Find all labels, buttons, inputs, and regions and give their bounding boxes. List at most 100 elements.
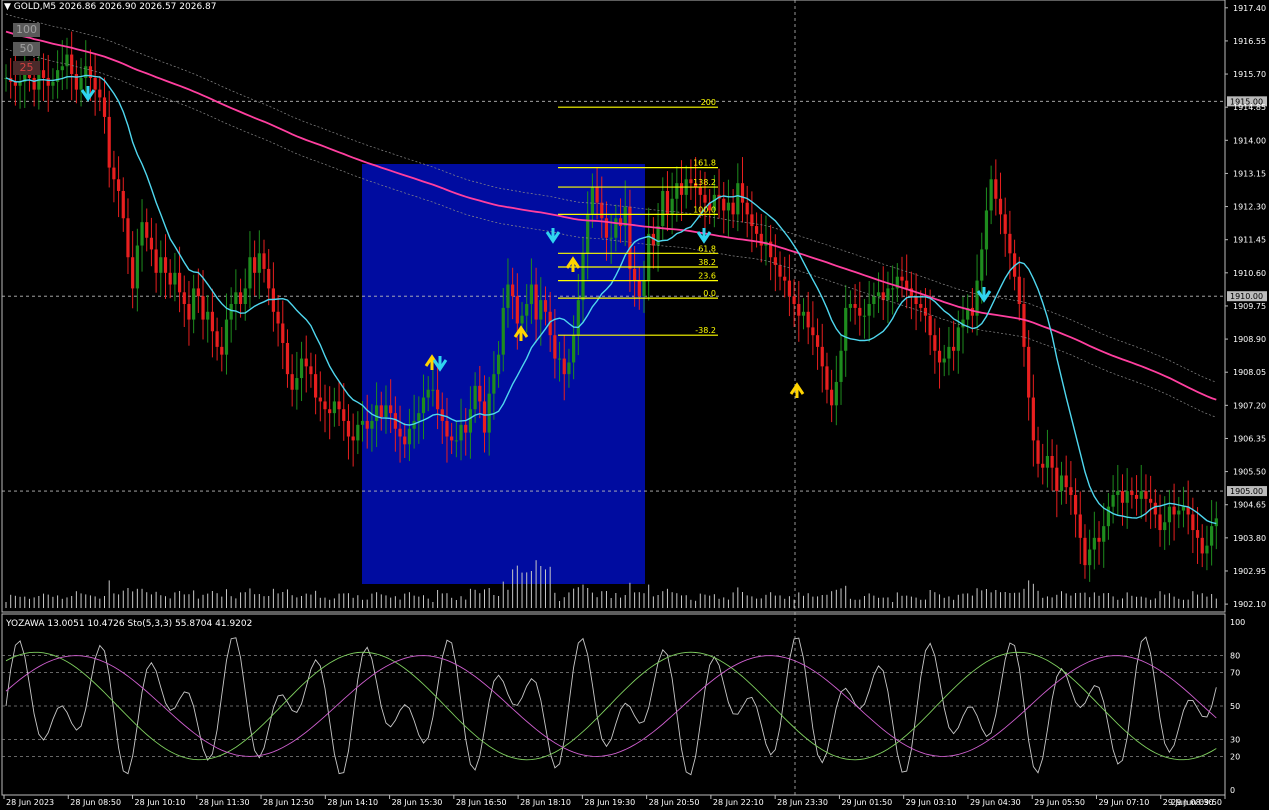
candle-body — [299, 358, 304, 379]
chart-canvas[interactable]: 1915.001910.001905.001917.401916.551915.… — [0, 0, 1269, 810]
candle-body — [1139, 491, 1143, 499]
fib-level-label: 0.0 — [703, 289, 716, 298]
ohlc-values: 2026.86 2026.90 2026.57 2026.87 — [59, 2, 217, 12]
candle-body — [206, 311, 210, 320]
symbol-label: GOLD,M5 — [13, 2, 57, 12]
candle-body — [787, 280, 792, 297]
candle-body — [872, 296, 876, 304]
candle-body — [253, 257, 257, 273]
time-tick-label: 28 Jun 11:30 — [199, 798, 250, 807]
candle-body — [445, 420, 449, 437]
period-button-25[interactable]: 25 — [13, 61, 40, 75]
sell-arrow-icon — [976, 287, 992, 303]
time-tick-label: 28 Jun 23:30 — [777, 798, 828, 807]
time-tick-label: 29 Jun 03:10 — [906, 798, 957, 807]
candle-body — [1083, 537, 1087, 566]
candle-body — [811, 327, 815, 336]
candle-body — [801, 311, 806, 316]
candle-body — [858, 307, 862, 316]
candle-body — [379, 405, 383, 418]
candle-body — [567, 362, 571, 375]
candle-body — [1177, 510, 1181, 515]
time-tick-label: 28 Jun 12:50 — [263, 798, 314, 807]
oscillator-header: YOZAWA 13.0051 10.4726 Sto(5,3,3) 55.870… — [6, 619, 252, 629]
candle-body — [356, 424, 360, 441]
osc-tick-label: 80 — [1230, 652, 1240, 661]
price-tick-label: 1916.55 — [1233, 37, 1266, 46]
candle-body — [332, 401, 336, 414]
fib-level-label: 138.2 — [693, 178, 716, 187]
candle-body — [905, 280, 909, 289]
candle-body — [1163, 522, 1167, 531]
candle-body — [783, 276, 787, 281]
osc-tick-label: 30 — [1230, 736, 1240, 745]
candle-body — [1125, 491, 1129, 503]
candle-body — [1111, 494, 1115, 507]
candle-body — [553, 335, 557, 359]
period-button-100[interactable]: 100 — [13, 23, 40, 37]
time-tick-label: 29 Jun 07:10 — [1098, 798, 1149, 807]
candle-body — [51, 81, 55, 86]
candle-body — [839, 350, 843, 382]
candle-body — [1069, 487, 1073, 495]
price-tick-label: 1908.05 — [1233, 368, 1266, 377]
candle-body — [534, 284, 538, 320]
fib-level-label: 100.0 — [693, 205, 716, 214]
period-button-50[interactable]: 50 — [13, 42, 40, 56]
candle-body — [149, 237, 154, 250]
candle-body — [318, 397, 322, 402]
price-tick-label: 1914.85 — [1233, 103, 1266, 112]
candle-body — [1153, 502, 1157, 515]
period-label-25: 25 — [19, 61, 34, 74]
candle-body — [642, 280, 646, 297]
candle-body — [403, 436, 407, 445]
candle-body — [975, 280, 979, 316]
candle-body — [614, 218, 618, 238]
candle-body — [815, 335, 820, 347]
price-tick-label: 1908.90 — [1233, 335, 1266, 344]
candle-body — [1102, 526, 1106, 542]
candle-body — [370, 420, 374, 429]
time-tick-label: 28 Jun 18:10 — [520, 798, 571, 807]
osc-tick-label: 0 — [1230, 786, 1235, 795]
candle-body — [140, 222, 144, 246]
candle-body — [314, 374, 318, 398]
candle-body — [1149, 498, 1153, 503]
candle-body — [853, 304, 857, 308]
candle-body — [262, 253, 266, 269]
fib-level-label: 23.6 — [698, 272, 716, 281]
price-tick-label: 1915.70 — [1233, 70, 1266, 79]
candle-body — [384, 405, 388, 418]
fib-level-label: 200 — [701, 98, 716, 107]
time-tick-label: 28 Jun 10:10 — [135, 798, 186, 807]
candle-body — [647, 233, 651, 281]
candle-body — [515, 296, 519, 324]
candle-body — [722, 198, 726, 211]
candle-body — [506, 284, 510, 308]
candle-body — [600, 202, 604, 219]
candle-body — [886, 288, 890, 301]
candle-body — [435, 389, 440, 410]
price-tick-label: 1914.00 — [1233, 136, 1266, 145]
candle-body — [478, 385, 482, 402]
candle-body — [154, 249, 158, 273]
candle-body — [1144, 491, 1148, 499]
candle-body — [32, 77, 36, 90]
candle-body — [1008, 233, 1012, 254]
price-tick-label: 1904.65 — [1233, 501, 1266, 510]
candle-body — [848, 304, 853, 308]
candle-body — [1092, 537, 1096, 550]
candle-body — [689, 179, 693, 184]
candle-body — [393, 413, 397, 429]
candle-body — [844, 307, 848, 351]
candle-body — [1036, 440, 1040, 464]
candle-body — [1210, 526, 1214, 546]
candle-body — [609, 237, 613, 239]
candle-body — [576, 300, 580, 336]
candle-body — [557, 358, 562, 360]
candle-body — [1041, 463, 1045, 468]
candle-body — [750, 214, 754, 227]
candle-body — [93, 77, 97, 90]
candle-body — [806, 311, 810, 328]
collapse-triangle-icon[interactable]: ▼ — [4, 2, 11, 12]
